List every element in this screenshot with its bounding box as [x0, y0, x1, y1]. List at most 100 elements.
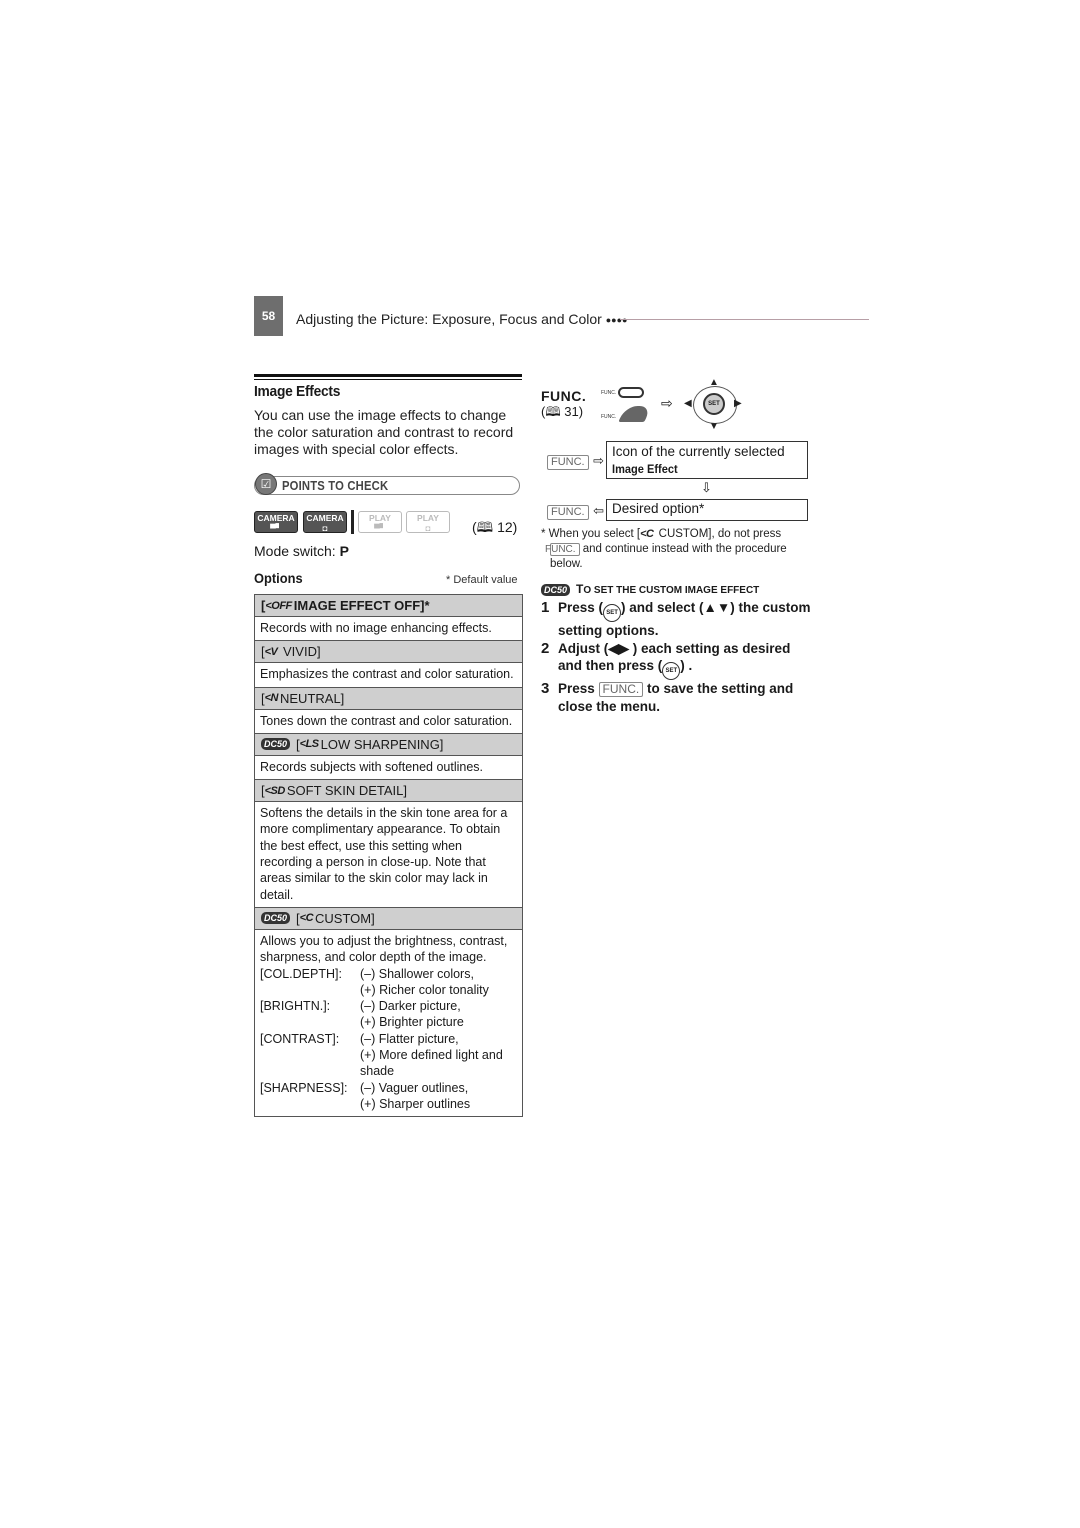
func-title: FUNC. — [541, 388, 587, 404]
step-number: 3 — [541, 680, 550, 697]
arrow-down-icon: ▼ — [709, 421, 719, 432]
step-number: 2 — [541, 639, 550, 657]
mode-label: PLAY — [369, 513, 391, 523]
mode-camera-movie: CAMERA ▀▘ — [254, 511, 298, 533]
func-key: FUNC. — [598, 682, 644, 697]
func-button-icon — [618, 387, 644, 398]
arrow-right-icon: ⇨ — [593, 453, 604, 468]
arrow-down-icon: ⇩ — [701, 480, 712, 495]
still-camera-icon: ◘ — [425, 524, 431, 533]
custom-params: [COL.DEPTH]: (–) Shallower colors, (+) Ri… — [260, 966, 517, 1113]
step-part: ) . — [680, 658, 693, 673]
default-note: * Default value — [446, 574, 518, 586]
step-text: Adjust (◀▶ ) each setting as desired and… — [558, 640, 811, 680]
param-values: (–) Vaguer outlines, (+) Sharper outlines — [360, 1080, 517, 1113]
mode-play-still: PLAY ◘ — [406, 511, 450, 533]
running-title-text: Adjusting the Picture: Exposure, Focus a… — [296, 311, 602, 327]
param-line: (+) More defined light and shade — [360, 1048, 503, 1079]
option-header-custom: DC50[<C CUSTOM] — [255, 906, 522, 929]
mode-separator — [351, 510, 354, 534]
dc50-badge: DC50 — [261, 738, 291, 751]
func-key: FUNC. — [545, 543, 580, 556]
footnote: * When you select [<C CUSTOM], do not pr… — [541, 527, 806, 572]
footnote-text: and continue instead with the procedure … — [550, 543, 787, 570]
arrow-right-icon: ▶ — [734, 398, 742, 409]
arrow-right-icon: ⇨ — [661, 395, 673, 411]
step-3: 3 Press FUNC. to save the setting and cl… — [541, 680, 811, 715]
set-button-icon: SET — [703, 393, 725, 415]
func-step-1: FUNC. ⇨ — [547, 452, 604, 470]
running-title-dots: ●●●● — [605, 315, 628, 325]
movie-camera-icon: ▀▘ — [374, 524, 386, 533]
effect-custom-icon: <C — [299, 912, 314, 925]
options-table: [<OFF IMAGE EFFECT OFF]* Records with no … — [254, 594, 523, 1118]
param-line: (–) Shallower colors, — [360, 966, 474, 981]
func-button-label: FUNC. — [601, 390, 617, 396]
func-key: FUNC. — [547, 505, 589, 520]
option-desc: Emphasizes the contrast and color satura… — [255, 662, 522, 686]
effect-neutral-icon: <N — [264, 692, 279, 705]
movie-camera-icon: ▀▘ — [270, 524, 282, 533]
option-header-off: [<OFF IMAGE EFFECT OFF]* — [255, 595, 522, 616]
param-values: (–) Darker picture, (+) Brighter picture — [360, 998, 517, 1031]
option-header-vivid: [<V VIVID] — [255, 640, 522, 663]
option-desc: Records subjects with softened outlines. — [255, 754, 522, 779]
dc50-badge: DC50 — [261, 912, 291, 925]
param-line: (+) Richer color tonality — [360, 982, 489, 997]
param-line: (–) Flatter picture, — [360, 1031, 459, 1046]
section-rule-thin — [254, 379, 522, 380]
effect-vivid-icon: <V — [264, 645, 278, 658]
param-name: [CONTRAST]: — [260, 1031, 340, 1046]
page-ref-number: 31 — [564, 404, 579, 419]
custom-procedure-title: DC50 TO SET THE CUSTOM IMAGE EFFECT — [541, 582, 759, 596]
step-part: Press ( — [558, 600, 604, 615]
effect-off-icon: <OFF — [265, 599, 292, 612]
option-label: VIVID] — [283, 644, 321, 660]
mode-camera-still: CAMERA ◘ — [303, 511, 347, 533]
param-line: (+) Brighter picture — [360, 1015, 464, 1030]
checkbox-icon: ☑ — [255, 473, 277, 495]
mode-label: CAMERA — [257, 513, 295, 523]
func-button-label: FUNC. — [601, 414, 617, 420]
book-icon: 🕮 — [476, 519, 494, 535]
section-title: Image Effects — [254, 383, 341, 400]
custom-steps: 1 Press (SET) and select (▲▼) the custom… — [541, 599, 811, 715]
dc50-badge: DC50 — [541, 584, 571, 596]
option-header-low-sharpening: DC50[<LS LOW SHARPENING] — [255, 732, 522, 755]
arrow-left-icon: ◀ — [684, 398, 692, 409]
option-label: LOW SHARPENING] — [320, 736, 444, 752]
mode-play-movie: PLAY ▀▘ — [358, 511, 402, 533]
flow-box-current: Icon of the currently selected Image Eff… — [606, 441, 808, 479]
option-label: NEUTRAL] — [280, 690, 345, 706]
func-dial-icon — [618, 406, 652, 422]
options-title: Options — [254, 570, 303, 586]
param-values: (–) Shallower colors, (+) Richer color to… — [360, 966, 517, 999]
flow-box-bold: Image Effect — [612, 462, 678, 476]
step-number: 1 — [541, 599, 550, 616]
option-desc: Records with no image enhancing effects. — [255, 616, 522, 640]
mode-switch-value: P — [339, 543, 349, 559]
arrow-up-icon: ▲ — [709, 377, 719, 388]
set-button-icon: SET — [662, 662, 681, 680]
mode-label: CAMERA — [306, 513, 344, 523]
option-desc: Softens the details in the skin tone are… — [255, 801, 522, 907]
step-2: 2 Adjust (◀▶ ) each setting as desired a… — [541, 639, 811, 680]
custom-desc: Allows you to adjust the brightness, con… — [260, 933, 508, 965]
option-label: IMAGE EFFECT OFF]* — [293, 598, 430, 613]
section-rule — [254, 374, 522, 377]
intro-text: You can use the image effects to change … — [254, 407, 514, 457]
option-desc-custom: Allows you to adjust the brightness, con… — [255, 928, 522, 1116]
points-to-check-label: POINTS TO CHECK — [282, 479, 389, 493]
step-text: Press FUNC. to save the setting and clos… — [558, 680, 811, 715]
option-header-neutral: [<N NEUTRAL] — [255, 686, 522, 709]
footnote-text: CUSTOM], do not press — [655, 528, 782, 540]
option-header-soft-skin: [<SD SOFT SKIN DETAIL] — [255, 779, 522, 802]
mode-switch: Mode switch: P — [254, 543, 349, 559]
running-title: Adjusting the Picture: Exposure, Focus a… — [296, 311, 627, 327]
still-camera-icon: ◘ — [322, 524, 328, 533]
arrow-left-icon: ⇦ — [593, 503, 604, 518]
title-rest: O SET THE CUSTOM IMAGE EFFECT — [583, 585, 760, 596]
func-page-reference: (🕮 31) — [541, 404, 584, 419]
param-name: [COL.DEPTH]: — [260, 966, 342, 981]
footnote-text: * When you select [ — [541, 528, 641, 540]
